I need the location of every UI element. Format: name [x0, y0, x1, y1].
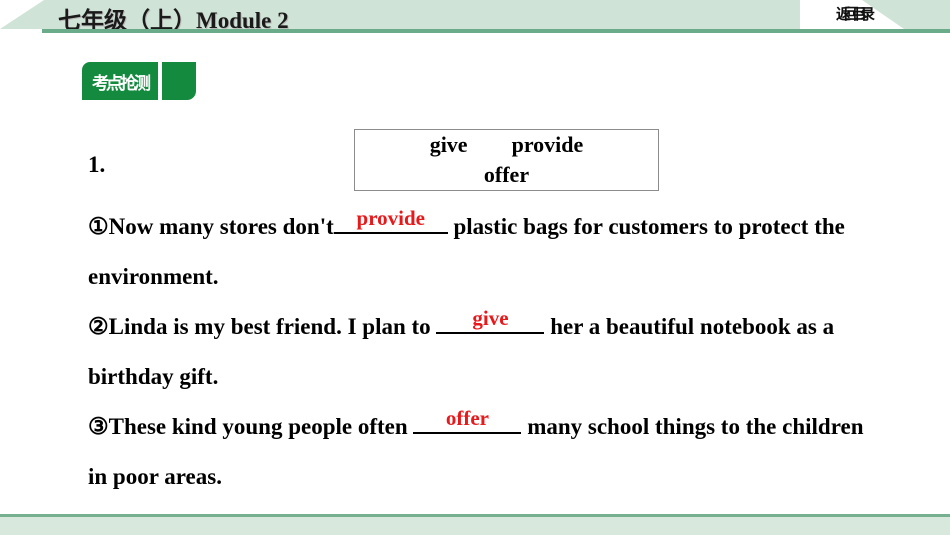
item-marker: ②: [88, 314, 109, 339]
answer-blank-2[interactable]: give: [436, 306, 545, 334]
word-bank-row-2: offer: [355, 160, 658, 190]
back-to-contents-button[interactable]: 返回目录: [836, 3, 900, 26]
header-divider: [42, 29, 950, 33]
word-bank-box: give provide offer: [354, 129, 659, 191]
answer-text: give: [472, 306, 509, 330]
question-number: 1.: [88, 152, 106, 177]
sentence-text-before: Linda is my best friend. I plan to: [108, 314, 437, 339]
word-bank-item: give: [429, 132, 468, 157]
item-marker: ③: [88, 414, 109, 439]
sentence-text-before: These kind young people often: [108, 414, 414, 439]
word-bank-row-1: give provide: [355, 130, 658, 160]
sentence-list: ①Now many stores don't provide plastic ba…: [88, 202, 888, 502]
section-tab-end-block: [162, 62, 196, 100]
page-footer: [0, 514, 950, 535]
sentence-text-before: Now many stores don't: [108, 214, 334, 239]
word-bank-item: offer: [483, 162, 530, 187]
sentence-item-2: ②Linda is my best friend. I plan to give…: [88, 302, 888, 402]
answer-blank-3[interactable]: offer: [413, 406, 522, 434]
answer-text: offer: [445, 406, 489, 430]
section-tab[interactable]: 考点抢测: [82, 62, 196, 100]
answer-text: provide: [356, 206, 425, 230]
answer-blank-1[interactable]: provide: [333, 206, 448, 234]
sentence-item-3: ③These kind young people often offer man…: [88, 402, 888, 502]
word-bank-item: provide: [511, 132, 584, 157]
section-tab-label: 考点抢测: [82, 62, 158, 100]
item-marker: ①: [88, 214, 109, 239]
sentence-item-1: ①Now many stores don't provide plastic ba…: [88, 202, 888, 302]
